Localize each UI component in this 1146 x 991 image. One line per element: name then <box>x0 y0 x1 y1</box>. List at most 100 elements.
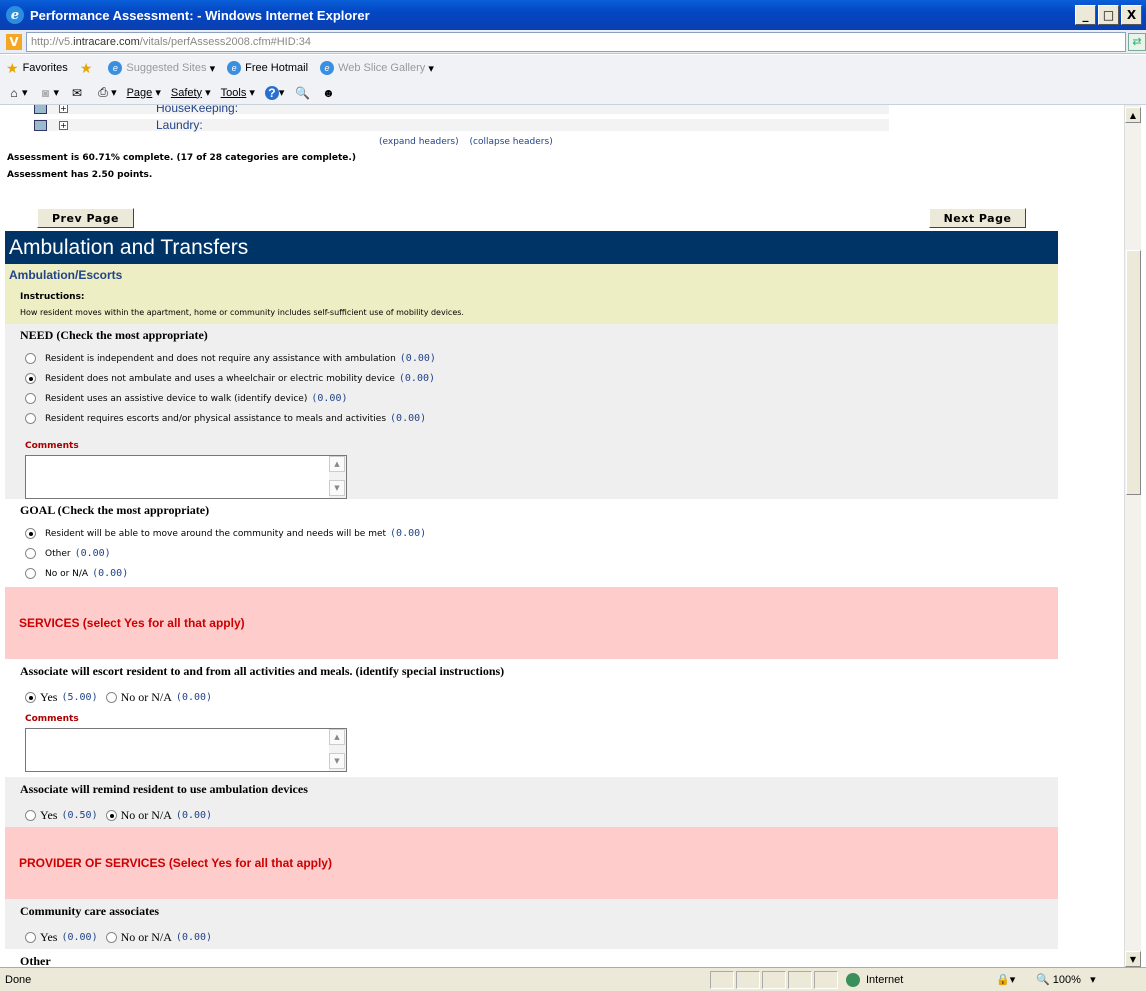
suggested-sites-link[interactable]: e Suggested Sites ▾ <box>108 61 215 75</box>
need-option[interactable]: Resident is independent and does not req… <box>25 353 436 364</box>
no-radio[interactable] <box>105 692 117 703</box>
yes-no-group: Yes (0.00) No or N/A (0.00) <box>25 930 220 945</box>
need-option[interactable]: Resident uses an assistive device to wal… <box>25 393 347 404</box>
page-menu[interactable]: Page ▾ <box>126 86 161 100</box>
web-slice-gallery-label: Web Slice Gallery <box>338 62 426 74</box>
goal-option[interactable]: Resident will be able to move around the… <box>25 528 426 539</box>
vertical-scrollbar[interactable]: ▲ ▼ <box>1124 105 1141 967</box>
favorites-button[interactable]: ★ Favorites <box>6 60 68 77</box>
radio-button[interactable] <box>25 568 36 579</box>
goal-option[interactable]: Other (0.00) <box>25 548 111 559</box>
maximize-button[interactable]: □ <box>1098 5 1119 25</box>
status-text: Done <box>5 973 32 986</box>
goal-option[interactable]: No or N/A (0.00) <box>25 568 128 579</box>
expand-icon[interactable]: + <box>59 120 68 130</box>
page-menu-label: Page <box>126 86 153 99</box>
free-hotmail-link[interactable]: e Free Hotmail <box>227 61 308 75</box>
instructions-box: Ambulation/Escorts Instructions: How res… <box>5 264 1058 324</box>
yes-label: Yes <box>40 690 58 704</box>
url-domain: intracare.com <box>73 35 140 48</box>
messenger-button[interactable]: ☻ <box>320 86 336 100</box>
option-label: Resident will be able to move around the… <box>45 528 387 539</box>
yes-radio[interactable] <box>25 810 36 821</box>
option-points: (0.00) <box>399 353 436 364</box>
no-label: No or N/A <box>120 930 172 944</box>
protected-mode-button[interactable]: 🔒 ▾ <box>996 973 1036 986</box>
no-radio[interactable] <box>105 932 117 943</box>
yes-points: (0.00) <box>61 932 98 943</box>
radio-button[interactable] <box>25 413 36 424</box>
scroll-up-icon[interactable]: ▲ <box>329 456 345 472</box>
scroll-down-icon[interactable]: ▼ <box>329 753 345 769</box>
scroll-down-icon[interactable]: ▼ <box>329 480 345 496</box>
need-comments-textarea[interactable]: ▲ ▼ <box>25 455 347 499</box>
address-bar: V http://v5.intracare.com/vitals/perfAss… <box>0 30 1146 54</box>
yes-radio[interactable] <box>25 692 36 703</box>
prev-page-button[interactable]: Prev Page <box>37 208 134 228</box>
radio-button[interactable] <box>25 393 36 404</box>
home-button[interactable]: ⌂ ▾ <box>6 86 27 100</box>
mail-button[interactable]: ✉ <box>69 86 85 100</box>
yes-radio[interactable] <box>25 932 36 943</box>
scroll-up-icon[interactable]: ▲ <box>329 729 345 745</box>
service-question: Associate will remind resident to use am… <box>20 782 308 796</box>
scroll-thumb[interactable] <box>1126 250 1141 495</box>
radio-button[interactable] <box>25 353 36 364</box>
close-button[interactable]: X <box>1121 5 1142 25</box>
provider-question: Community care associates <box>20 904 160 918</box>
safety-menu[interactable]: Safety ▾ <box>171 86 211 100</box>
yes-points: (5.00) <box>61 692 98 703</box>
command-bar: ⌂ ▾ ◙ ▾ ✉ ⎙ ▾ Page ▾ Safety ▾ Tools ▾ ? ▾ 🔍 … <box>0 81 1146 105</box>
scroll-down-icon[interactable]: ▼ <box>1125 951 1141 967</box>
add-favorite-icon: ★ <box>79 59 93 76</box>
next-page-button[interactable]: Next Page <box>929 208 1026 228</box>
tree-item-label: HouseKeeping: <box>156 105 239 115</box>
tree-item-housekeeping[interactable]: + HouseKeeping: <box>34 105 889 115</box>
scroll-up-icon[interactable]: ▲ <box>1125 107 1141 123</box>
no-radio[interactable] <box>105 810 117 821</box>
tree-checkbox[interactable] <box>34 105 47 114</box>
tools-menu[interactable]: Tools ▾ <box>221 86 255 100</box>
yes-label: Yes <box>40 930 58 944</box>
service-question: Associate will escort resident to and fr… <box>20 664 505 678</box>
radio-button[interactable] <box>25 528 36 539</box>
expand-headers-link[interactable]: (expand headers) <box>379 137 459 147</box>
service-item: Associate will escort resident to and fr… <box>5 659 1058 777</box>
yes-no-group: Yes (5.00) No or N/A (0.00) <box>25 690 220 705</box>
minimize-button[interactable]: _ <box>1075 5 1096 25</box>
favorites-label: Favorites <box>22 62 68 74</box>
zone-label: Internet <box>866 973 904 986</box>
url-path: /vitals/perfAssess2008.cfm#HID:34 <box>139 35 311 48</box>
add-favorites-button[interactable]: ★ <box>80 60 97 77</box>
help-button[interactable]: ? ▾ <box>264 85 284 100</box>
mail-icon: ✉ <box>72 85 83 100</box>
option-points: (0.00) <box>390 528 427 539</box>
provider-question: Other <box>20 954 51 967</box>
feeds-button[interactable]: ◙ ▾ <box>38 86 59 100</box>
expand-icon[interactable]: + <box>59 105 68 113</box>
tree-checkbox[interactable] <box>34 119 47 131</box>
no-label: No or N/A <box>120 690 172 704</box>
tree-item-laundry[interactable]: + Laundry: <box>34 118 889 132</box>
no-points: (0.00) <box>175 932 213 943</box>
need-option[interactable]: Resident requires escorts and/or physica… <box>25 413 426 424</box>
url-field[interactable]: http://v5.intracare.com/vitals/perfAsses… <box>25 31 1127 52</box>
provider-item: Other <box>5 949 1058 967</box>
zoom-button[interactable]: 🔍 100% ▾ <box>1036 973 1096 987</box>
assessment-points: Assessment has 2.50 points. <box>7 170 153 180</box>
research-button[interactable]: 🔍 <box>294 86 310 100</box>
option-label: Resident uses an assistive device to wal… <box>45 393 308 404</box>
compatibility-view-icon[interactable]: ⇄ <box>1128 32 1146 51</box>
radio-button[interactable] <box>25 548 36 559</box>
provider-header: PROVIDER OF SERVICES (Select Yes for all… <box>5 827 1058 899</box>
suggested-sites-label: Suggested Sites <box>126 62 207 74</box>
web-slice-gallery-link[interactable]: e Web Slice Gallery ▾ <box>320 61 434 75</box>
need-option[interactable]: Resident does not ambulate and uses a wh… <box>25 373 435 384</box>
print-button[interactable]: ⎙ ▾ <box>95 85 116 100</box>
service-comments-textarea[interactable]: ▲ ▼ <box>25 728 347 772</box>
ie-icon: e <box>320 61 335 75</box>
radio-button[interactable] <box>25 373 36 384</box>
provider-item: Community care associates Yes (0.00) No o… <box>5 899 1058 949</box>
collapse-headers-link[interactable]: (collapse headers) <box>470 137 553 147</box>
ie-icon: e <box>227 61 242 75</box>
